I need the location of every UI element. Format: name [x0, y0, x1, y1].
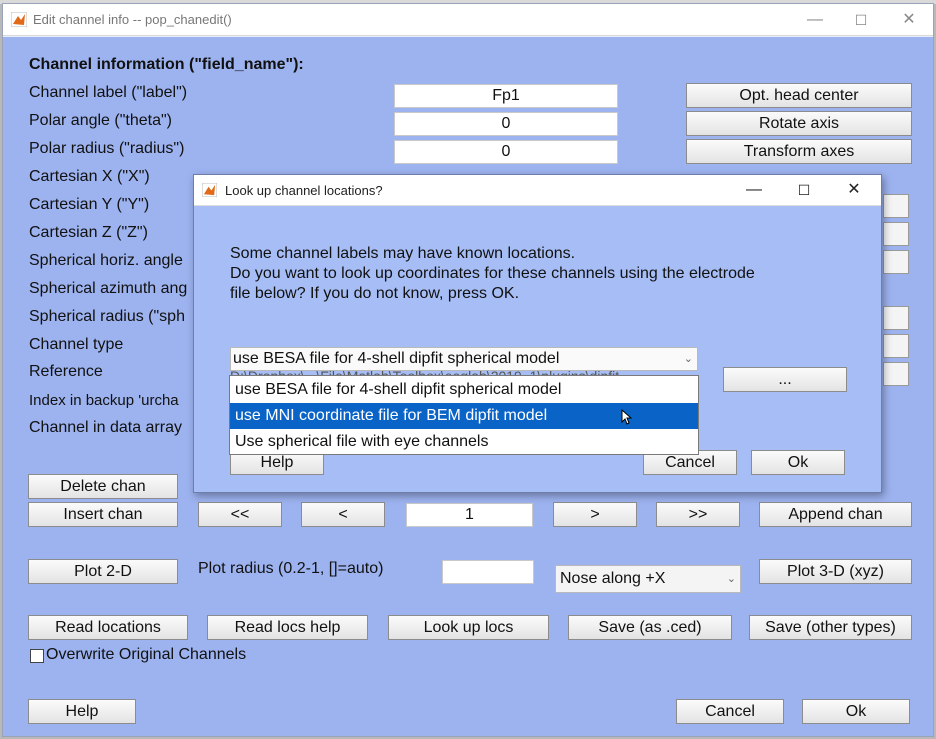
hidden-button-edge[interactable] [883, 194, 909, 218]
dialog-message-line-3: file below? If you do not know, press OK… [230, 285, 520, 302]
label-backup-index: Index in backup 'urcha [29, 392, 179, 409]
matlab-logo-icon [11, 12, 27, 27]
channel-index-field[interactable]: 1 [406, 503, 533, 527]
overwrite-checkbox[interactable] [30, 649, 44, 663]
label-cartesian-x: Cartesian X ("X") [29, 168, 150, 185]
maximize-button[interactable]: ☐ [839, 7, 883, 33]
minimize-button[interactable]: — [793, 7, 837, 33]
rotate-axis-button[interactable]: Rotate axis [686, 111, 912, 136]
nose-direction-select[interactable]: Nose along +X ⌄ [555, 565, 741, 593]
read-locations-button[interactable]: Read locations [28, 615, 188, 640]
dialog-close-button[interactable]: ✕ [832, 177, 876, 203]
label-channel-label: Channel label ("label") [29, 84, 188, 101]
dialog-maximize-button[interactable]: ☐ [782, 177, 826, 203]
insert-chan-button[interactable]: Insert chan [28, 502, 178, 527]
electrode-file-selected: use BESA file for 4-shell dipfit spheric… [233, 350, 560, 367]
mouse-pointer-icon [621, 409, 632, 425]
polar-angle-field[interactable]: 0 [394, 112, 618, 136]
first-channel-button[interactable]: << [198, 502, 282, 527]
label-spherical-radius: Spherical radius ("sph [29, 308, 185, 325]
dialog-title: Look up channel locations? [225, 183, 383, 198]
window-titlebar: Edit channel info -- pop_chanedit() — ☐ … [3, 4, 933, 36]
hidden-button-edge[interactable] [883, 222, 909, 246]
hidden-button-edge[interactable] [883, 362, 909, 386]
browse-button[interactable]: ... [723, 367, 847, 392]
next-channel-button[interactable]: > [553, 502, 637, 527]
window-title: Edit channel info -- pop_chanedit() [33, 12, 232, 27]
option-mni-label: use MNI coordinate file for BEM dipfit m… [235, 407, 548, 424]
cancel-button[interactable]: Cancel [676, 699, 784, 724]
dialog-message-line-2: Do you want to look up coordinates for t… [230, 265, 755, 282]
label-polar-angle: Polar angle ("theta") [29, 112, 172, 129]
plot-2d-button[interactable]: Plot 2-D [28, 559, 178, 584]
dialog-titlebar: Look up channel locations? — ☐ ✕ [194, 175, 881, 206]
read-locs-help-button[interactable]: Read locs help [207, 615, 368, 640]
option-mni[interactable]: use MNI coordinate file for BEM dipfit m… [230, 403, 698, 429]
label-channel-type: Channel type [29, 336, 124, 353]
help-button[interactable]: Help [28, 699, 136, 724]
section-header: Channel information ("field_name"): [29, 56, 304, 73]
chevron-down-icon: ⌄ [683, 353, 693, 365]
lookup-dialog: Look up channel locations? — ☐ ✕ Some ch… [193, 174, 882, 493]
delete-chan-button[interactable]: Delete chan [28, 474, 178, 499]
label-channel-in-data: Channel in data array [29, 419, 182, 436]
dialog-message-line-1: Some channel labels may have known locat… [230, 245, 576, 262]
chevron-down-icon: ⌄ [726, 573, 736, 585]
plot-3d-button[interactable]: Plot 3-D (xyz) [759, 559, 912, 584]
option-spherical[interactable]: Use spherical file with eye channels [230, 429, 698, 455]
last-channel-button[interactable]: >> [656, 502, 740, 527]
label-spherical-horiz: Spherical horiz. angle [29, 252, 183, 269]
transform-axes-button[interactable]: Transform axes [686, 139, 912, 164]
plot-radius-label: Plot radius (0.2-1, []=auto) [198, 560, 384, 577]
dialog-ok-button[interactable]: Ok [751, 450, 845, 475]
label-reference: Reference [29, 363, 103, 380]
label-spherical-azimuth: Spherical azimuth ang [29, 280, 188, 297]
channel-label-field[interactable]: Fp1 [394, 84, 618, 108]
electrode-file-dropdown-list: use BESA file for 4-shell dipfit spheric… [229, 375, 699, 455]
look-up-locs-button[interactable]: Look up locs [388, 615, 549, 640]
plot-radius-field[interactable] [442, 560, 534, 584]
polar-radius-field[interactable]: 0 [394, 140, 618, 164]
label-polar-radius: Polar radius ("radius") [29, 140, 185, 157]
ok-button[interactable]: Ok [802, 699, 910, 724]
save-ced-button[interactable]: Save (as .ced) [568, 615, 732, 640]
matlab-logo-icon [202, 183, 217, 197]
hidden-button-edge[interactable] [883, 250, 909, 274]
option-besa[interactable]: use BESA file for 4-shell dipfit spheric… [230, 377, 698, 403]
prev-channel-button[interactable]: < [301, 502, 385, 527]
hidden-button-edge[interactable] [883, 334, 909, 358]
hidden-button-edge[interactable] [883, 306, 909, 330]
label-cartesian-y: Cartesian Y ("Y") [29, 196, 150, 213]
close-button[interactable]: ✕ [887, 7, 931, 33]
label-cartesian-z: Cartesian Z ("Z") [29, 224, 148, 241]
opt-head-center-button[interactable]: Opt. head center [686, 83, 912, 108]
dialog-minimize-button[interactable]: — [732, 177, 776, 203]
save-other-types-button[interactable]: Save (other types) [749, 615, 912, 640]
append-chan-button[interactable]: Append chan [759, 502, 912, 527]
overwrite-label: Overwrite Original Channels [46, 646, 247, 663]
nose-direction-value: Nose along +X [560, 570, 666, 587]
